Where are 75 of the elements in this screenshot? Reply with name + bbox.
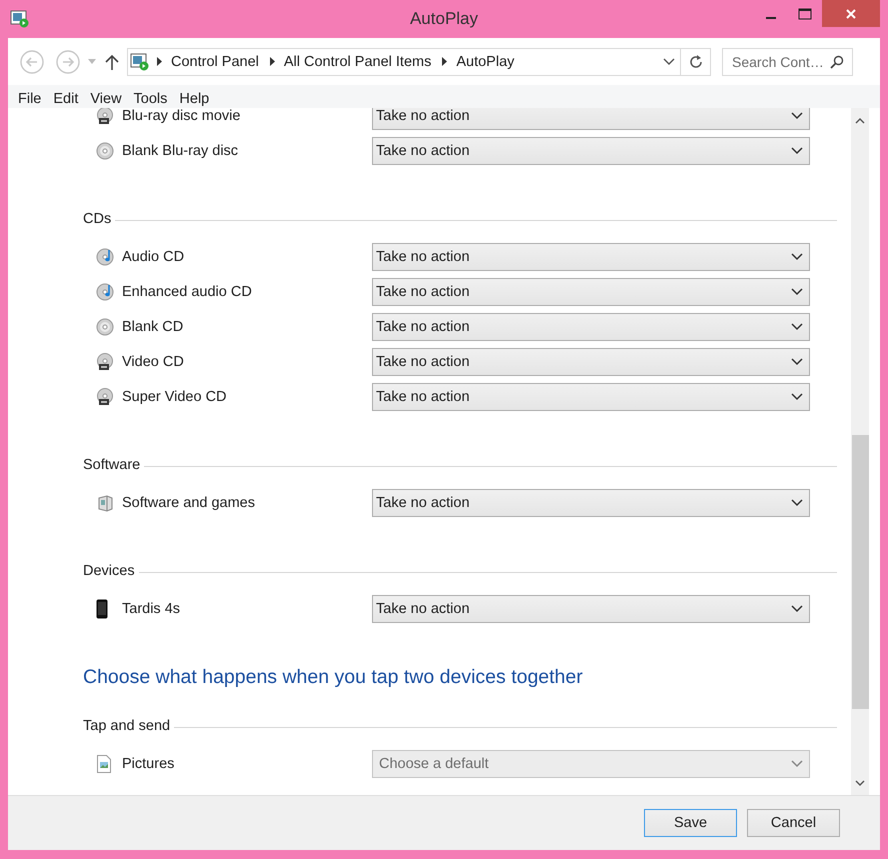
menu-item[interactable]: File <box>12 90 48 106</box>
breadcrumb[interactable]: All Control Panel Items <box>280 54 436 70</box>
address-bar[interactable]: Control Panel All Control Panel Items AutoPlay <box>127 48 681 76</box>
menu-item[interactable]: Tools <box>128 90 174 106</box>
video-disc-icon <box>96 388 114 406</box>
media-label: Software and games <box>122 494 256 510</box>
action-dropdown[interactable]: Take no action <box>372 278 810 306</box>
phone-icon <box>96 598 108 618</box>
scroll-up-icon <box>855 118 865 124</box>
music-disc-icon <box>96 282 114 300</box>
chevron-down-icon <box>791 760 803 768</box>
menu-item[interactable]: Edit <box>47 90 84 106</box>
breadcrumb[interactable]: AutoPlay <box>452 54 518 70</box>
dialog-button[interactable]: Save <box>644 809 737 837</box>
chevron-down-icon <box>791 322 803 330</box>
menu-item[interactable]: Help <box>173 90 216 106</box>
chevron-down-icon <box>791 498 803 506</box>
maximize-icon <box>798 8 812 20</box>
chevron-right-icon <box>157 57 162 66</box>
dialog-button[interactable]: Cancel <box>747 809 840 837</box>
caret-icon <box>88 59 96 64</box>
action-dropdown[interactable]: Take no action <box>372 488 810 516</box>
chevron-down-icon <box>791 392 803 400</box>
up-arrow-icon <box>105 54 119 70</box>
action-dropdown[interactable]: Take no action <box>372 382 810 410</box>
group-heading: Tap and send <box>83 718 170 734</box>
action-dropdown[interactable]: Take no action <box>372 348 810 376</box>
action-dropdown[interactable]: Take no action <box>372 594 810 622</box>
media-label: Video CD <box>122 354 185 370</box>
media-label: Audio CD <box>122 248 186 264</box>
section-title: Choose what happens when you tap two devices together <box>83 666 584 690</box>
refresh-button[interactable] <box>681 48 711 76</box>
search-field[interactable]: Search Cont… <box>722 48 853 76</box>
control-panel-icon <box>130 52 150 70</box>
chevron-down-icon <box>791 288 803 296</box>
group-heading: Devices <box>83 563 135 579</box>
chevron-right-icon <box>442 57 448 66</box>
minimize-icon <box>766 16 776 18</box>
scrollbar[interactable] <box>851 108 869 795</box>
software-box-icon <box>96 494 114 512</box>
chevron-right-icon <box>270 57 275 66</box>
close-button[interactable] <box>822 0 880 27</box>
close-icon <box>845 8 857 20</box>
action-dropdown[interactable]: Take no action <box>372 312 810 340</box>
action-dropdown[interactable]: Take no action <box>372 136 810 164</box>
media-label: Pictures <box>122 756 176 772</box>
app-icon <box>10 10 30 28</box>
action-dropdown[interactable]: Take no action <box>372 108 810 130</box>
menu-item[interactable]: View <box>84 90 128 106</box>
window-title: AutoPlay <box>410 9 478 29</box>
chevron-down-icon <box>791 146 803 154</box>
media-label: Super Video CD <box>122 388 228 404</box>
video-disc-icon <box>96 352 114 370</box>
scrollbar-thumb[interactable] <box>852 435 868 709</box>
media-label: Blank CD <box>122 318 184 334</box>
disc-icon <box>96 318 114 336</box>
breadcrumb[interactable]: Control Panel <box>167 54 263 70</box>
chevron-down-icon <box>791 112 803 120</box>
music-disc-icon <box>96 248 114 266</box>
chevron-down-icon <box>663 58 675 66</box>
chevron-down-icon <box>791 604 803 612</box>
disc-icon <box>96 142 114 160</box>
group-heading: CDs <box>83 211 112 227</box>
scroll-down-icon <box>855 780 865 786</box>
chevron-down-icon <box>791 252 803 260</box>
refresh-icon <box>688 54 704 70</box>
action-dropdown[interactable]: Take no action <box>372 242 810 270</box>
media-label: Tardis 4s <box>122 600 182 616</box>
picture-file-icon <box>96 754 112 772</box>
group-heading: Software <box>83 457 140 473</box>
media-label: Enhanced audio CD <box>122 284 253 300</box>
chevron-down-icon <box>791 358 803 366</box>
media-label: Blank Blu-ray disc <box>122 142 240 158</box>
search-icon <box>830 54 844 68</box>
media-label: Blu-ray disc movie <box>122 108 242 124</box>
